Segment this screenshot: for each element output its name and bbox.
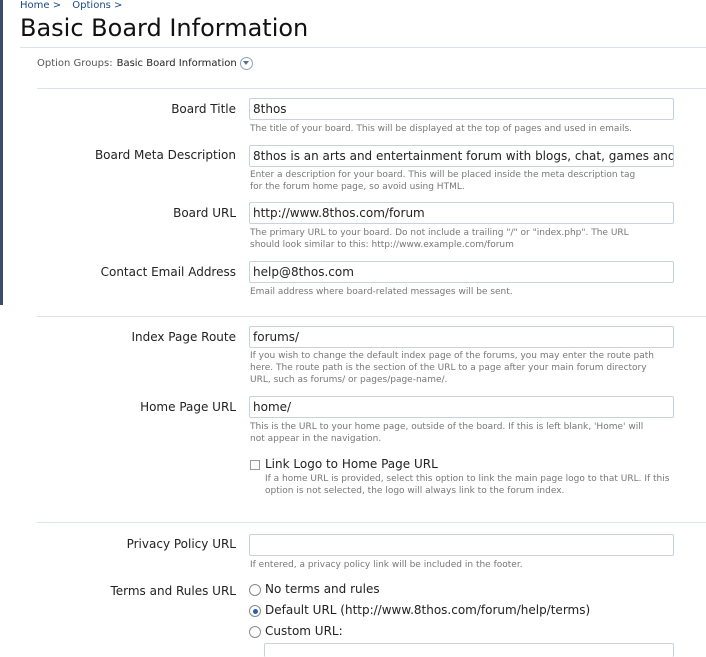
privacy-url-label: Privacy Policy URL (126, 537, 236, 551)
terms-custom-input[interactable] (264, 643, 674, 657)
meta-description-label: Board Meta Description (94, 148, 236, 162)
chevron-down-icon[interactable] (239, 57, 253, 70)
board-url-input[interactable]: http://www.8thos.com/forum (249, 202, 674, 224)
index-route-hint: If you wish to change the default index … (250, 351, 654, 385)
terms-none-radio[interactable] (249, 584, 261, 596)
option-groups-value[interactable]: Basic Board Information (117, 58, 237, 69)
meta-description-input[interactable]: 8thos is an arts and entertainment forum… (249, 145, 674, 167)
home-url-label: Home Page URL (140, 400, 236, 414)
section-divider (37, 88, 706, 89)
board-url-label: Board URL (173, 206, 236, 220)
index-route-input[interactable]: forums/ (249, 326, 674, 348)
contact-email-label: Contact Email Address (100, 265, 236, 279)
link-logo-hint: If a home URL is provided, select this o… (265, 474, 670, 496)
contact-email-input[interactable]: help@8thos.com (249, 261, 674, 283)
terms-custom-radio[interactable] (249, 626, 261, 638)
section-divider (37, 522, 706, 523)
home-url-hint: This is the URL to your home page, outsi… (250, 422, 644, 444)
board-title-label: Board Title (171, 102, 236, 116)
option-groups: Option Groups: Basic Board Information (37, 57, 253, 70)
page-title: Basic Board Information (20, 14, 309, 42)
home-url-input[interactable]: home/ (249, 396, 674, 418)
terms-none-label[interactable]: No terms and rules (265, 582, 380, 596)
breadcrumb-options-link[interactable]: Options > (72, 0, 122, 11)
contact-email-hint: Email address where board-related messag… (250, 287, 513, 297)
link-logo-label[interactable]: Link Logo to Home Page URL (265, 457, 438, 471)
board-title-hint: The title of your board. This will be di… (250, 124, 632, 134)
privacy-url-input[interactable] (249, 534, 674, 556)
terms-url-label: Terms and Rules URL (110, 584, 236, 598)
index-route-label: Index Page Route (131, 330, 236, 344)
option-groups-label: Option Groups: (37, 58, 113, 69)
breadcrumb-home-link[interactable]: Home > (20, 0, 61, 11)
terms-custom-label[interactable]: Custom URL: (265, 624, 343, 638)
title-divider (20, 47, 706, 48)
board-title-input[interactable]: 8thos (249, 98, 674, 120)
meta-description-hint: Enter a description for your board. This… (250, 170, 636, 192)
section-divider (37, 316, 706, 317)
privacy-url-hint: If entered, a privacy policy link will b… (250, 560, 523, 570)
terms-default-radio[interactable] (249, 605, 261, 617)
board-url-hint: The primary URL to your board. Do not in… (250, 228, 629, 250)
link-logo-checkbox[interactable] (250, 460, 260, 470)
window-edge (0, 0, 3, 305)
breadcrumb: Home > Options > (20, 0, 130, 11)
terms-default-label[interactable]: Default URL (http://www.8thos.com/forum/… (265, 603, 590, 617)
